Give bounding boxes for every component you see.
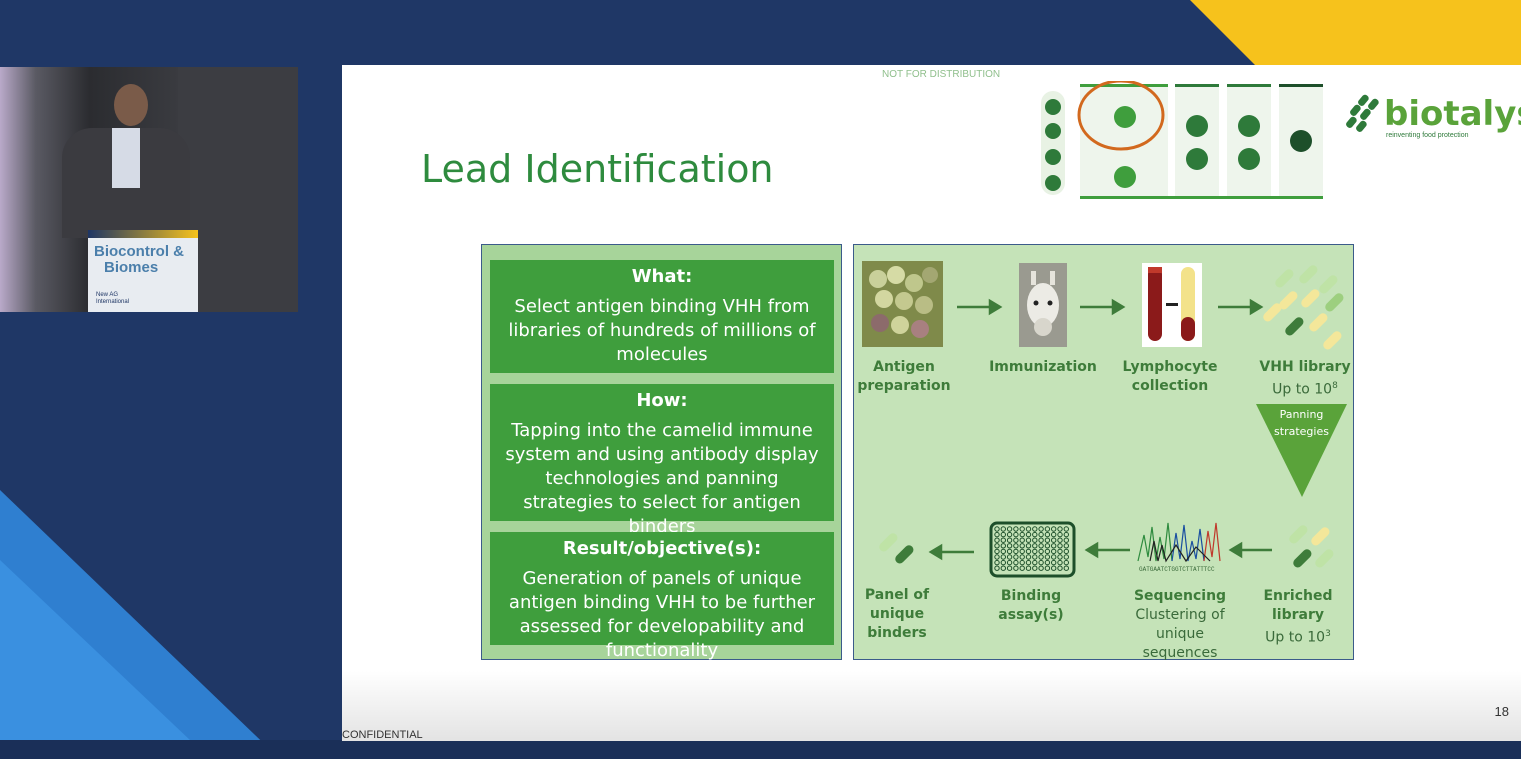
biotalys-logo: biotalys reinventing food protection xyxy=(1346,92,1521,142)
panel-line2: unique xyxy=(869,606,925,622)
bottom-arrows xyxy=(928,541,1272,561)
sequencing-line1: Sequencing xyxy=(1133,588,1227,604)
vhh-line2: Up to 10 xyxy=(1272,381,1333,398)
panel-line1: Panel of xyxy=(864,587,930,603)
enriched-exponent: 3 xyxy=(1325,629,1331,639)
speaker-shirt xyxy=(112,128,140,188)
slide-footer-fade xyxy=(342,671,1521,741)
podium-title-line2: Biomes xyxy=(104,259,159,276)
lymphocyte-label: Lymphocyte collection xyxy=(1118,358,1222,396)
podium-title: Biocontrol & Biomes xyxy=(94,244,184,276)
enriched-library-image xyxy=(1289,525,1334,568)
logo-wordmark: biotalys xyxy=(1384,94,1521,134)
enriched-line2: Up to 10 xyxy=(1265,629,1326,646)
panning-label: Panning strategies xyxy=(1256,406,1347,440)
what-text: Select antigen binding VHH from librarie… xyxy=(508,296,816,365)
svg-text:GATGAATCTGGTCTTATTTCC: GATGAATCTGGTCTTATTTCC xyxy=(1139,566,1215,573)
vhh-library-image xyxy=(1263,265,1344,350)
antigen-label-line2: preparation xyxy=(857,378,951,394)
slide: NOT FOR DISTRIBUTION Lead Identification… xyxy=(342,65,1521,741)
enriched-line1: Enriched library xyxy=(1263,588,1333,623)
result-box: Result/objective(s): Generation of panel… xyxy=(490,532,834,661)
binding-assay-text: Binding assay(s) xyxy=(998,588,1064,623)
slide-title: Lead Identification xyxy=(421,147,774,191)
page-number: 18 xyxy=(1494,704,1509,719)
panel-binders-label: Panel of unique binders xyxy=(854,586,940,643)
antigen-label-line1: Antigen xyxy=(873,359,935,375)
sequencing-line3: unique xyxy=(1155,626,1204,642)
vhh-library-label: VHH library Up to 108 xyxy=(1257,358,1353,400)
podium-sub-line2: International xyxy=(96,299,130,305)
lymphocyte-line1: Lymphocyte xyxy=(1122,359,1218,375)
biotalys-logo-icon xyxy=(1346,94,1379,132)
podium-sub-line1: New AG xyxy=(96,292,119,298)
panning-line1: Panning xyxy=(1279,408,1324,421)
vhh-exponent: 8 xyxy=(1332,381,1338,391)
panning-line2: strategies xyxy=(1274,425,1329,438)
llama-image xyxy=(1019,263,1067,347)
antigen-label: Antigen preparation xyxy=(854,358,954,396)
speaker-head xyxy=(114,84,148,126)
podium-title-line1: Biocontrol & xyxy=(94,243,184,260)
speaker-video: Biocontrol & Biomes New AG International xyxy=(0,67,298,312)
distribution-note: NOT FOR DISTRIBUTION xyxy=(882,69,1001,80)
binding-assay-plate xyxy=(989,521,1076,578)
immunization-text: Immunization xyxy=(989,359,1097,375)
result-text: Generation of panels of unique antigen b… xyxy=(508,568,816,661)
what-heading: What: xyxy=(631,266,693,287)
how-box: How: Tapping into the camelid immune sys… xyxy=(490,384,834,537)
lymphocyte-line2: collection xyxy=(1131,378,1209,394)
result-heading: Result/objective(s): xyxy=(562,538,762,559)
logo-tagline: reinventing food protection xyxy=(1386,132,1469,139)
how-heading: How: xyxy=(636,390,688,411)
blood-tubes-image xyxy=(1142,263,1202,347)
process-banner-graphic xyxy=(1035,81,1331,201)
podium-sub: New AG International xyxy=(96,292,129,306)
sequencing-line4: sequences xyxy=(1142,645,1218,661)
enriched-library-label: Enriched library Up to 103 xyxy=(1243,587,1353,648)
vhh-line1: VHH library xyxy=(1259,359,1351,375)
podium: Biocontrol & Biomes New AG International xyxy=(88,230,198,312)
confidential-label: CONFIDENTIAL xyxy=(342,729,423,741)
immunization-label: Immunization xyxy=(984,358,1102,377)
top-arrows xyxy=(957,298,1264,316)
panel-binders-image xyxy=(879,533,914,564)
info-panel: What: Select antigen binding VHH from li… xyxy=(481,244,842,661)
podium-stripe xyxy=(88,230,198,238)
sequencing-chromatogram: GATGAATCTGGTCTTATTTCC xyxy=(1137,522,1221,573)
what-box: What: Select antigen binding VHH from li… xyxy=(490,260,834,373)
binding-assay-label: Binding assay(s) xyxy=(966,587,1096,625)
workflow-panel: GATGAATCTGGTCTTATTTCC Antigen preparatio… xyxy=(853,244,1354,663)
sequencing-line2: Clustering of xyxy=(1135,607,1225,623)
grapes-image xyxy=(862,261,943,347)
how-text: Tapping into the camelid immune system a… xyxy=(505,420,819,537)
panel-line3: binders xyxy=(867,625,927,641)
sequencing-label: Sequencing Clustering of unique sequence… xyxy=(1126,587,1234,663)
